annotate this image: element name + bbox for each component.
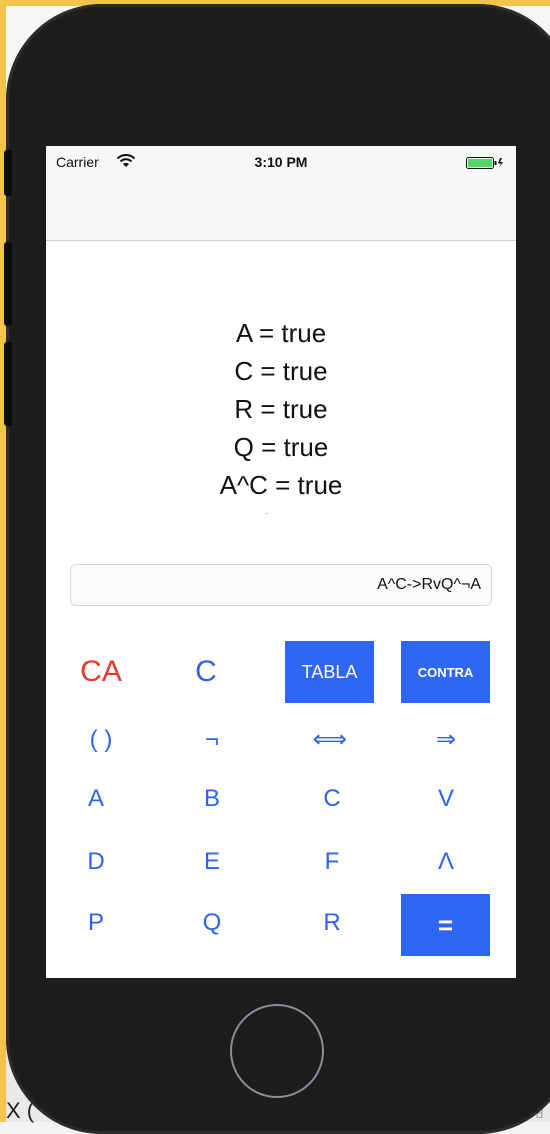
clear-all-button[interactable]: CA <box>65 644 137 700</box>
result-line: R = true <box>234 394 328 424</box>
variable-q-button[interactable]: Q <box>176 901 248 945</box>
status-bar: Carrier 3:10 PM <box>46 146 516 180</box>
volume-up-button <box>4 242 12 326</box>
variable-p-button[interactable]: P <box>60 901 132 945</box>
clock-label: 3:10 PM <box>254 154 308 170</box>
variable-b-button[interactable]: B <box>176 777 248 821</box>
variable-e-button[interactable]: E <box>176 840 248 884</box>
variable-c-button[interactable]: C <box>296 777 368 821</box>
not-operator-button[interactable]: ¬ <box>176 718 248 762</box>
parentheses-button[interactable]: ( ) <box>65 718 137 762</box>
variable-a-button[interactable]: A <box>60 777 132 821</box>
iff-operator-button[interactable]: ⟺ <box>294 718 366 762</box>
host-bottom-text: X ( <box>6 1098 35 1123</box>
and-operator-button[interactable]: Λ <box>410 840 482 884</box>
implies-operator-button[interactable]: ⇒ <box>410 718 482 762</box>
result-line: A^C = true <box>219 470 343 500</box>
keypad: CA C TABLA CONTRA ( ) ¬ ⟺ ⇒ A B C V D E … <box>46 146 516 978</box>
equals-button[interactable]: = <box>401 894 490 956</box>
home-button[interactable] <box>230 1004 324 1098</box>
tabla-button[interactable]: TABLA <box>285 641 374 703</box>
variable-r-button[interactable]: R <box>296 901 368 945</box>
or-operator-button[interactable]: V <box>410 777 482 821</box>
result-line: C = true <box>234 356 328 386</box>
navigation-bar <box>46 180 516 241</box>
clear-button[interactable]: C <box>170 644 242 700</box>
variable-f-button[interactable]: F <box>296 840 368 884</box>
contra-button[interactable]: CONTRA <box>401 641 490 703</box>
result-line: A = true <box>235 318 327 348</box>
volume-down-button <box>4 342 12 426</box>
results-panel: A = true C = true R = true Q = true A^C … <box>46 314 516 514</box>
expression-input[interactable] <box>70 564 492 606</box>
battery-icon-svg <box>466 157 503 169</box>
mute-switch <box>4 150 12 196</box>
result-line: R v Q = true <box>46 504 516 514</box>
result-line: Q = true <box>233 432 329 462</box>
variable-d-button[interactable]: D <box>60 840 132 884</box>
battery-icon <box>466 156 504 169</box>
app-screen: Carrier 3:10 PM A = true C = true R = tr… <box>46 146 516 978</box>
